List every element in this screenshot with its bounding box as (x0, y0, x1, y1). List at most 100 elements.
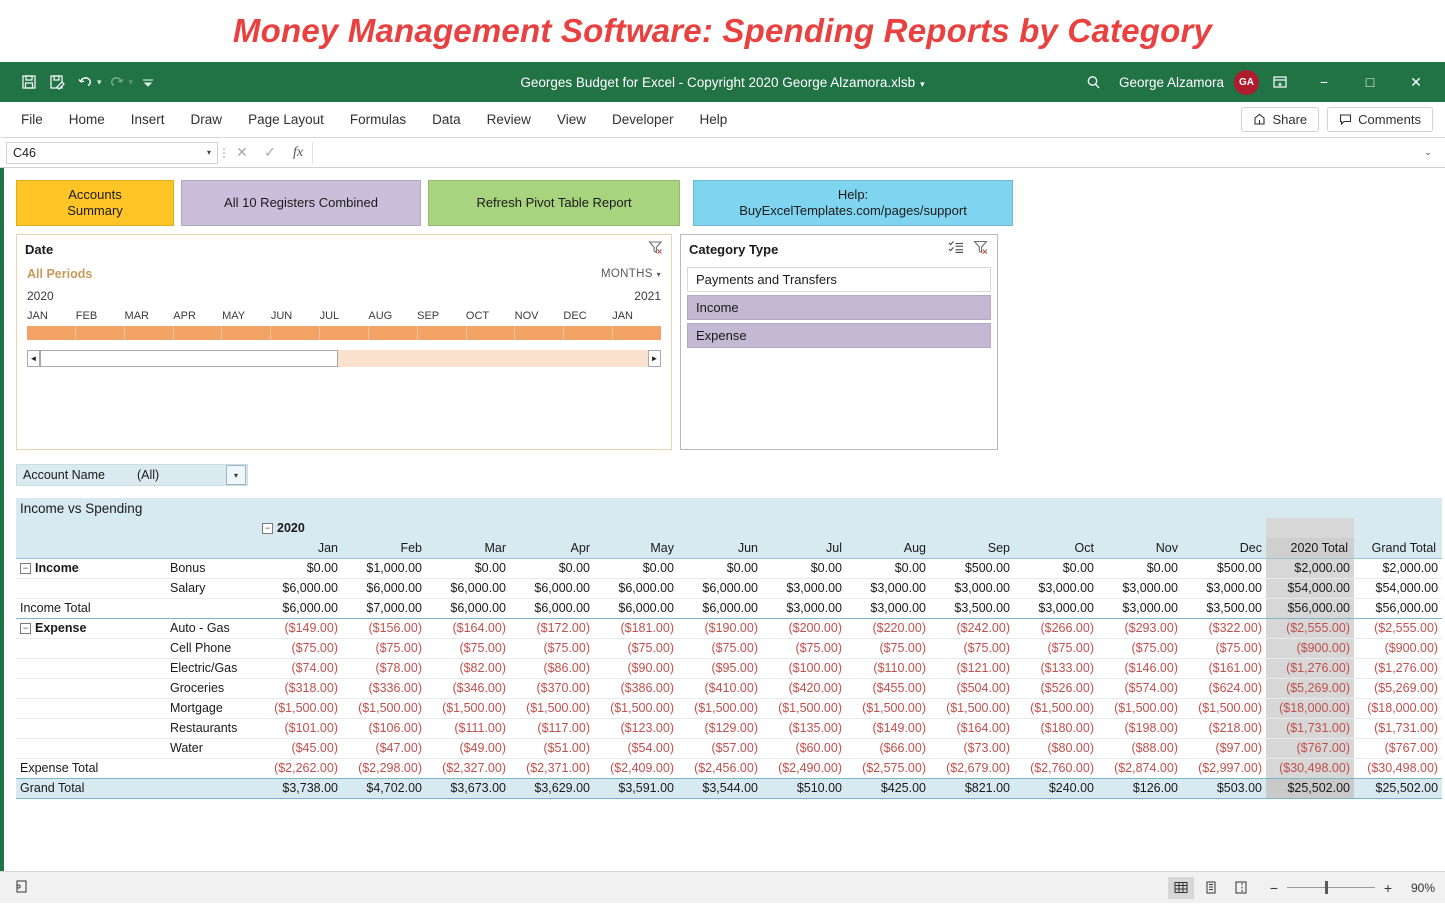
share-button[interactable]: Share (1241, 107, 1320, 132)
timeline-month-jun[interactable]: JUN (271, 310, 320, 322)
timeline-month-apr[interactable]: APR (173, 310, 222, 322)
normal-view-button[interactable] (1168, 876, 1194, 899)
undo-dropdown-caret[interactable]: ▾ (97, 77, 102, 88)
timeline-bar-segment[interactable] (564, 326, 614, 340)
timeline-month-mar[interactable]: MAR (125, 310, 174, 322)
maximize-button[interactable]: □ (1347, 62, 1393, 102)
group-label-income[interactable]: − Income (16, 558, 166, 579)
timeline-month-dec[interactable]: DEC (563, 310, 612, 322)
timeline-bar-segment[interactable] (320, 326, 369, 340)
income-collapse-icon[interactable]: − (20, 563, 31, 575)
timeline-month-jan-2021[interactable]: JAN (612, 310, 661, 322)
save-as-icon[interactable] (44, 69, 70, 95)
column-header-oct[interactable]: Oct (1014, 538, 1098, 559)
category-item-income[interactable]: Income (687, 295, 991, 320)
tab-data[interactable]: Data (419, 106, 474, 133)
timeline-month-jul[interactable]: JUL (320, 310, 369, 322)
timeline-bar-segment[interactable] (613, 326, 661, 340)
column-header-2020-total[interactable]: 2020 Total (1266, 538, 1354, 559)
expand-formula-bar-icon[interactable]: ⌄ (1417, 147, 1439, 158)
timeline-scrollbar[interactable]: ◄ ► (27, 350, 661, 367)
timeline-month-jan-2020[interactable]: JAN (27, 310, 76, 322)
name-box[interactable]: C46 ▾ (6, 141, 218, 164)
column-header-dec[interactable]: Dec (1182, 538, 1266, 559)
timeline-month-sep[interactable]: SEP (417, 310, 466, 322)
comments-button[interactable]: Comments (1327, 107, 1433, 132)
timeline-bar-segment[interactable] (76, 326, 125, 340)
timeline-month-nov[interactable]: NOV (515, 310, 564, 322)
column-header-sep[interactable]: Sep (930, 538, 1014, 559)
account-name-dropdown-icon[interactable]: ▾ (226, 465, 246, 485)
column-header-apr[interactable]: Apr (510, 538, 594, 559)
formula-input[interactable] (312, 141, 1417, 164)
zoom-in-button[interactable]: + (1382, 880, 1394, 896)
tab-view[interactable]: View (544, 106, 599, 133)
tab-review[interactable]: Review (474, 106, 544, 133)
column-header-jun[interactable]: Jun (678, 538, 762, 559)
column-header-jul[interactable]: Jul (762, 538, 846, 559)
help-button[interactable]: Help: BuyExcelTemplates.com/pages/suppor… (693, 180, 1013, 226)
account-name-filter[interactable]: Account Name (All) ▾ (16, 464, 248, 486)
avatar[interactable]: GA (1234, 69, 1259, 95)
column-header-mar[interactable]: Mar (426, 538, 510, 559)
minimize-button[interactable]: − (1301, 62, 1347, 102)
zoom-out-button[interactable]: − (1268, 880, 1280, 896)
page-break-view-button[interactable] (1228, 877, 1254, 899)
zoom-slider-thumb[interactable] (1325, 881, 1328, 894)
category-item-expense[interactable]: Expense (687, 323, 991, 348)
tab-file[interactable]: File (8, 106, 56, 133)
save-icon[interactable] (16, 69, 42, 95)
timeline-scroll-right-button[interactable]: ► (648, 350, 661, 367)
macro-record-icon[interactable] (10, 879, 32, 897)
tab-formulas[interactable]: Formulas (337, 106, 419, 133)
column-header-nov[interactable]: Nov (1098, 538, 1182, 559)
all-registers-button[interactable]: All 10 Registers Combined (181, 180, 421, 226)
timeline-bar-segment[interactable] (222, 326, 272, 340)
tab-draw[interactable]: Draw (178, 106, 236, 133)
undo-icon[interactable] (72, 69, 98, 95)
timeline-bar-segment[interactable] (467, 326, 516, 340)
tab-developer[interactable]: Developer (599, 106, 687, 133)
zoom-control[interactable]: − + 90% (1268, 880, 1435, 896)
search-icon[interactable] (1073, 65, 1115, 99)
multi-select-icon[interactable] (948, 240, 964, 258)
timeline-bar-segment[interactable] (271, 326, 321, 340)
tab-home[interactable]: Home (56, 106, 118, 133)
timeline-bar-segment[interactable] (418, 326, 467, 340)
cancel-edit-icon[interactable]: ✕ (228, 144, 256, 161)
name-box-caret[interactable]: ▾ (207, 148, 211, 157)
timeline-selection-bar[interactable] (27, 326, 661, 340)
clear-timeline-filter-icon[interactable] (648, 240, 663, 258)
column-header-aug[interactable]: Aug (846, 538, 930, 559)
close-button[interactable]: ✕ (1393, 62, 1439, 102)
timeline-bar-segment[interactable] (174, 326, 223, 340)
category-item-payments-and-transfers[interactable]: Payments and Transfers (687, 267, 991, 292)
column-header-may[interactable]: May (594, 538, 678, 559)
tab-insert[interactable]: Insert (118, 106, 178, 133)
timeline-scroll-left-button[interactable]: ◄ (27, 350, 40, 367)
timeline-level-selector[interactable]: MONTHS ▾ (601, 268, 661, 280)
timeline-month-feb[interactable]: FEB (76, 310, 125, 322)
column-header-jan[interactable]: Jan (258, 538, 342, 559)
timeline-month-may[interactable]: MAY (222, 310, 271, 322)
insert-function-icon[interactable]: fx (284, 145, 312, 161)
zoom-slider-track[interactable] (1287, 881, 1375, 894)
confirm-edit-icon[interactable]: ✓ (256, 144, 284, 161)
column-header-grand-total[interactable]: Grand Total (1354, 538, 1443, 559)
group-label-expense[interactable]: − Expense (16, 618, 166, 639)
pivot-year-group[interactable]: −2020 (258, 518, 1266, 538)
ribbon-display-options-icon[interactable] (1259, 65, 1301, 99)
refresh-pivot-button[interactable]: Refresh Pivot Table Report (428, 180, 680, 226)
tab-page-layout[interactable]: Page Layout (235, 106, 337, 133)
timeline-bar-segment[interactable] (125, 326, 174, 340)
timeline-bar-segment[interactable] (27, 326, 76, 340)
timeline-month-oct[interactable]: OCT (466, 310, 515, 322)
category-type-slicer[interactable]: Category Type Payments and Transfers Inc… (680, 234, 998, 450)
accounts-summary-button[interactable]: Accounts Summary (16, 180, 174, 226)
timeline-bar-segment[interactable] (369, 326, 418, 340)
customize-qat-icon[interactable] (135, 69, 161, 95)
tab-help[interactable]: Help (687, 106, 741, 133)
clear-category-filter-icon[interactable] (973, 240, 989, 258)
page-layout-view-button[interactable] (1198, 877, 1224, 899)
date-timeline-slicer[interactable]: Date All Periods MONTHS ▾ 2020 2021 JAN … (16, 234, 672, 450)
